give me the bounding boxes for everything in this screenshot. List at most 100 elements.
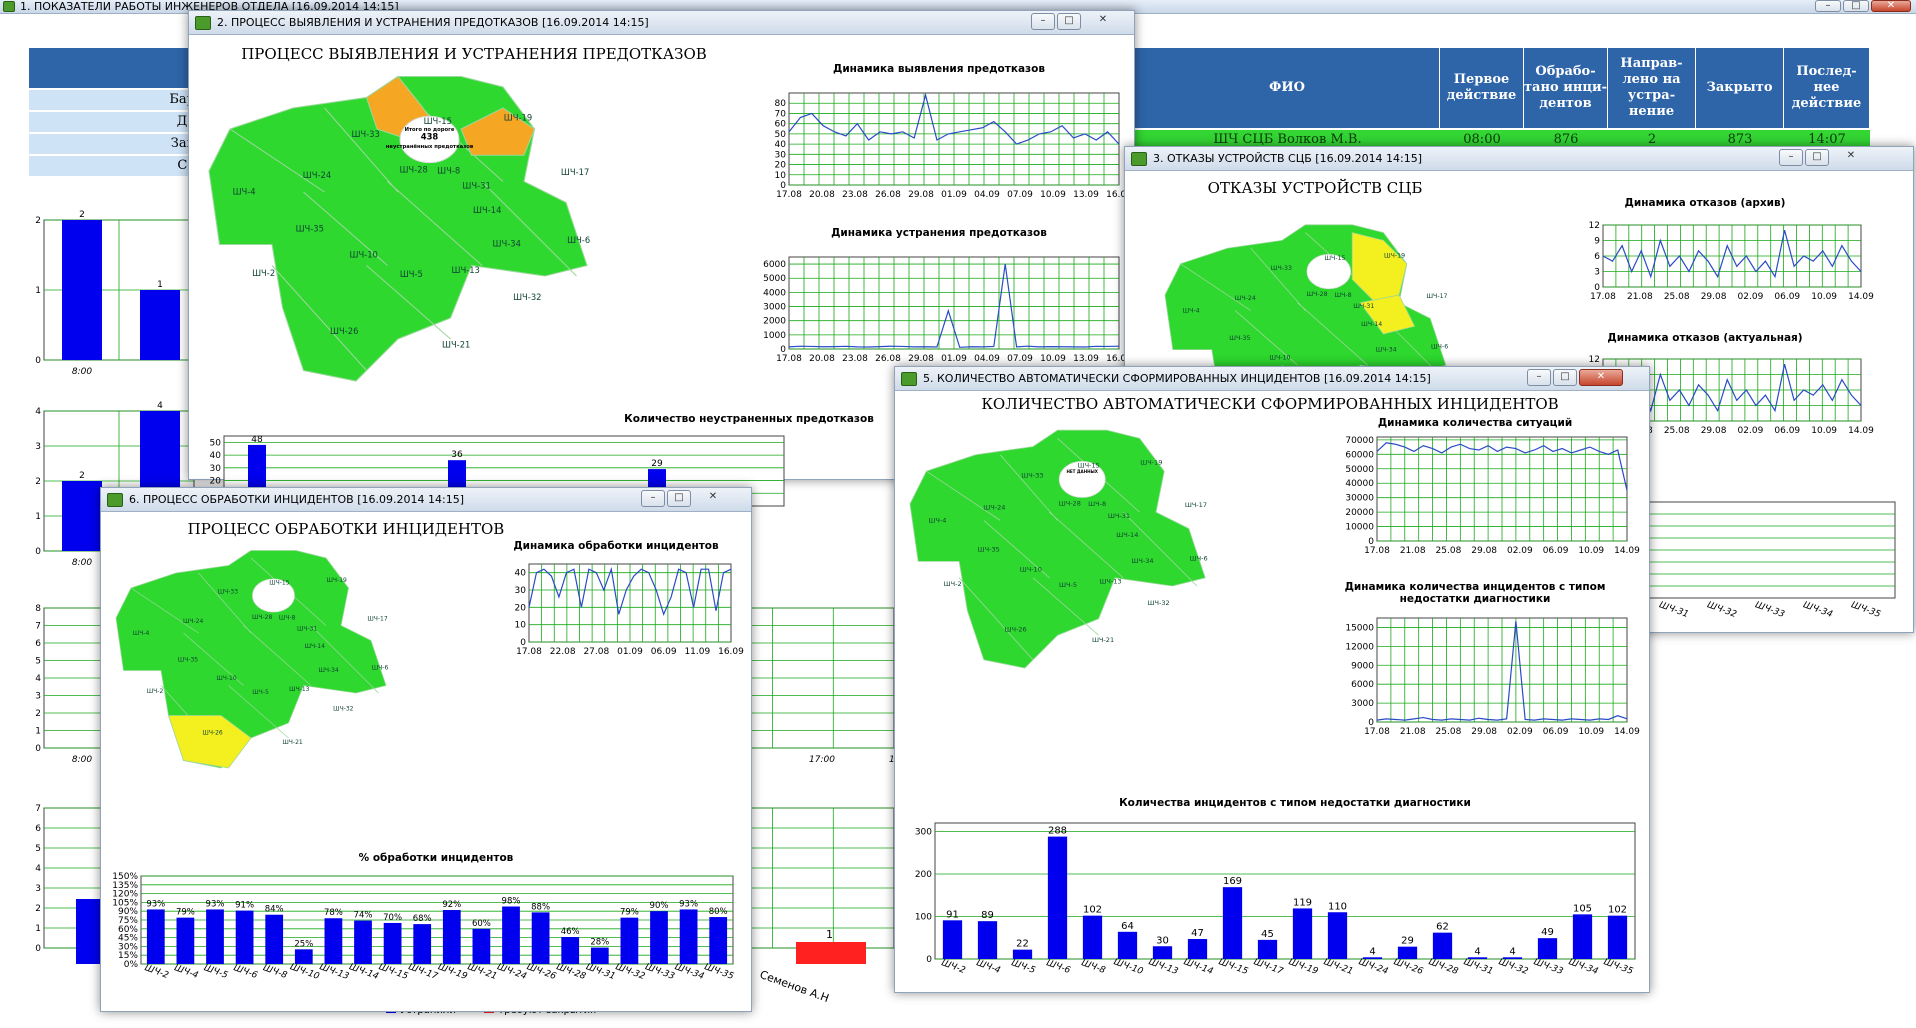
maximize-button[interactable]: □ xyxy=(1805,149,1829,166)
engineer-label: Се xyxy=(29,156,199,177)
data-label: 79% xyxy=(620,908,639,918)
minimize-button[interactable]: – xyxy=(1527,369,1551,386)
map-label: ШЧ-33 xyxy=(1271,265,1292,272)
map-label: ШЧ-4 xyxy=(233,187,256,197)
data-label: 90% xyxy=(650,901,669,911)
minimize-button[interactable]: – xyxy=(1815,0,1841,12)
window-titlebar[interactable]: 2. ПРОЦЕСС ВЫЯВЛЕНИЯ И УСТРАНЕНИЯ ПРЕДОТ… xyxy=(189,11,1134,35)
bg-tick-label: Семенов А.Н xyxy=(757,967,831,1006)
x-tick-label: ШЧ-13 xyxy=(1147,957,1179,977)
window-titlebar[interactable]: 6. ПРОЦЕСС ОБРАБОТКИ ИНЦИДЕНТОВ [16.09.2… xyxy=(101,488,751,512)
x-tick-label: 04.09 xyxy=(974,190,1000,200)
x-tick-label: 17.08 xyxy=(1364,546,1390,556)
y-tick-label: 120% xyxy=(112,890,138,900)
map-label: ШЧ-10 xyxy=(216,675,237,682)
bar xyxy=(1187,939,1208,959)
window-title: 6. ПРОЦЕСС ОБРАБОТКИ ИНЦИДЕНТОВ [16.09.2… xyxy=(129,493,464,506)
map-label: ШЧ-19 xyxy=(504,113,532,123)
y-tick-label: 8 xyxy=(35,604,41,614)
bar xyxy=(354,920,372,964)
bar xyxy=(590,947,609,964)
y-tick-label: 1 xyxy=(35,924,41,934)
x-tick-label: ШЧ-21 xyxy=(1322,957,1354,977)
minimize-button[interactable]: – xyxy=(641,490,665,507)
engineer-label: Бар xyxy=(29,90,199,111)
bar xyxy=(206,909,224,964)
bg-bar-red xyxy=(796,942,866,964)
y-tick-label: 30 xyxy=(515,586,527,596)
x-tick-label: ШЧ-2 xyxy=(940,958,967,976)
y-tick-label: 45% xyxy=(118,934,138,944)
map-label: ШЧ-21 xyxy=(442,340,470,350)
close-button[interactable]: ✕ xyxy=(693,490,733,507)
detect-line-chart: 0102030405060708017.08 20.08 23.08 26.08 29.… xyxy=(775,92,1132,200)
data-label: 60% xyxy=(472,919,491,929)
y-tick-label: 2 xyxy=(35,477,41,487)
x-tick-label: 17.08 xyxy=(1364,727,1390,737)
maximize-button[interactable]: □ xyxy=(1843,0,1869,12)
y-tick-label: 1000 xyxy=(763,331,786,341)
x-tick-label: 23.08 xyxy=(842,354,868,364)
bar xyxy=(140,290,180,360)
map-label: ШЧ-6 xyxy=(567,235,590,245)
x-tick-label: 26.08 xyxy=(875,354,901,364)
col-header-fio[interactable]: ФИО xyxy=(1135,48,1440,128)
y-tick-label: 0 xyxy=(35,356,41,366)
bar xyxy=(1607,915,1628,959)
y-tick-label: 0 xyxy=(35,547,41,557)
map-label: ШЧ-35 xyxy=(1229,335,1250,342)
x-tick-label: 01.09 xyxy=(941,190,967,200)
y-tick-label: 1 xyxy=(35,727,41,737)
map-label: ШЧ-10 xyxy=(1020,566,1042,574)
col-header-closed[interactable]: Закрыто xyxy=(1696,48,1784,128)
y-tick-label: 2000 xyxy=(763,317,786,327)
x-tick-label: ШЧ-31 xyxy=(1462,957,1494,977)
window-titlebar[interactable]: 5. КОЛИЧЕСТВО АВТОМАТИЧЕСКИ СФОРМИРОВАНН… xyxy=(895,367,1649,391)
x-tick-label: 20.08 xyxy=(809,190,835,200)
region-map: ШЧ-14ШЧ-10ШЧ-15ШЧ-32ШЧ-4ШЧ-31ШЧ-5ШЧ-33ШЧ… xyxy=(909,429,1208,669)
bar xyxy=(1047,836,1068,959)
close-button[interactable]: ✕ xyxy=(1871,0,1911,12)
window-titlebar[interactable]: 3. ОТКАЗЫ УСТРОЙСТВ СЦБ [16.09.2014 14:1… xyxy=(1125,147,1913,171)
chart-title: Динамика количества инцидентов с типом н… xyxy=(1344,581,1606,605)
x-tick-label: ШЧ-14 xyxy=(348,962,380,982)
percent-bar-chart: 0%15%30%45%60%75%90%105%120%135%150%93%Ш… xyxy=(112,872,735,982)
map-group: ШЧ-14 ШЧ-10 ШЧ-15 ШЧ-32 ШЧ-4 ШЧ-31 ШЧ-5 ШЧ-33 ШЧ… xyxy=(208,75,590,382)
data-label: 93% xyxy=(146,899,165,909)
maximize-button[interactable]: □ xyxy=(667,490,691,507)
window-auto-incidents[interactable]: 5. КОЛИЧЕСТВО АВТОМАТИЧЕСКИ СФОРМИРОВАНН… xyxy=(894,366,1650,993)
col-header-sent[interactable]: Направ-лено на устра-нение xyxy=(1608,48,1696,128)
minimize-button[interactable]: – xyxy=(1779,149,1803,166)
x-tick-label: 10.09 xyxy=(1040,354,1066,364)
y-tick-label: 30 xyxy=(775,150,787,160)
window-processing[interactable]: 6. ПРОЦЕСС ОБРАБОТКИ ИНЦИДЕНТОВ [16.09.2… xyxy=(100,487,752,1012)
col-header-last-action[interactable]: Послед-нее действие xyxy=(1784,48,1870,128)
maximize-button[interactable]: □ xyxy=(1057,13,1081,30)
map-label: ШЧ-14 xyxy=(473,205,501,215)
y-tick-label: 20 xyxy=(515,603,527,613)
map-center-text: НЕТ ДАННЫХ xyxy=(1066,469,1098,474)
x-tick-label: ШЧ-19 xyxy=(436,962,468,982)
chart-title: Динамика отказов (архив) xyxy=(1624,197,1786,209)
minimize-button[interactable]: – xyxy=(1031,13,1055,30)
x-tick-label: 8:00 xyxy=(72,367,92,377)
y-tick-label: 3 xyxy=(35,692,41,702)
fix-line-chart: 010002000300040005000600017.08 20.08 23.08… xyxy=(763,256,1132,364)
col-header-first-action[interactable]: Первое действие xyxy=(1440,48,1524,128)
x-tick-label: ШЧ-21 xyxy=(466,962,498,982)
y-tick-label: 4 xyxy=(35,674,41,684)
map-label: ШЧ-17 xyxy=(561,167,589,177)
close-button[interactable]: ✕ xyxy=(1831,149,1871,166)
map-label: ШЧ-19 xyxy=(1140,459,1162,467)
bar xyxy=(324,918,343,964)
close-button[interactable]: ✕ xyxy=(1579,369,1623,386)
bar xyxy=(942,920,963,959)
x-tick-label: 01.09 xyxy=(941,354,967,364)
maximize-button[interactable]: □ xyxy=(1553,369,1577,386)
close-button[interactable]: ✕ xyxy=(1083,13,1123,30)
map-label: ШЧ-8 xyxy=(1088,500,1106,508)
col-header-processed[interactable]: Обрабо-тано инци-дентов xyxy=(1524,48,1608,128)
x-tick-label: 29.08 xyxy=(1471,546,1497,556)
bar xyxy=(502,906,520,964)
map-label: ШЧ-35 xyxy=(978,545,1000,553)
